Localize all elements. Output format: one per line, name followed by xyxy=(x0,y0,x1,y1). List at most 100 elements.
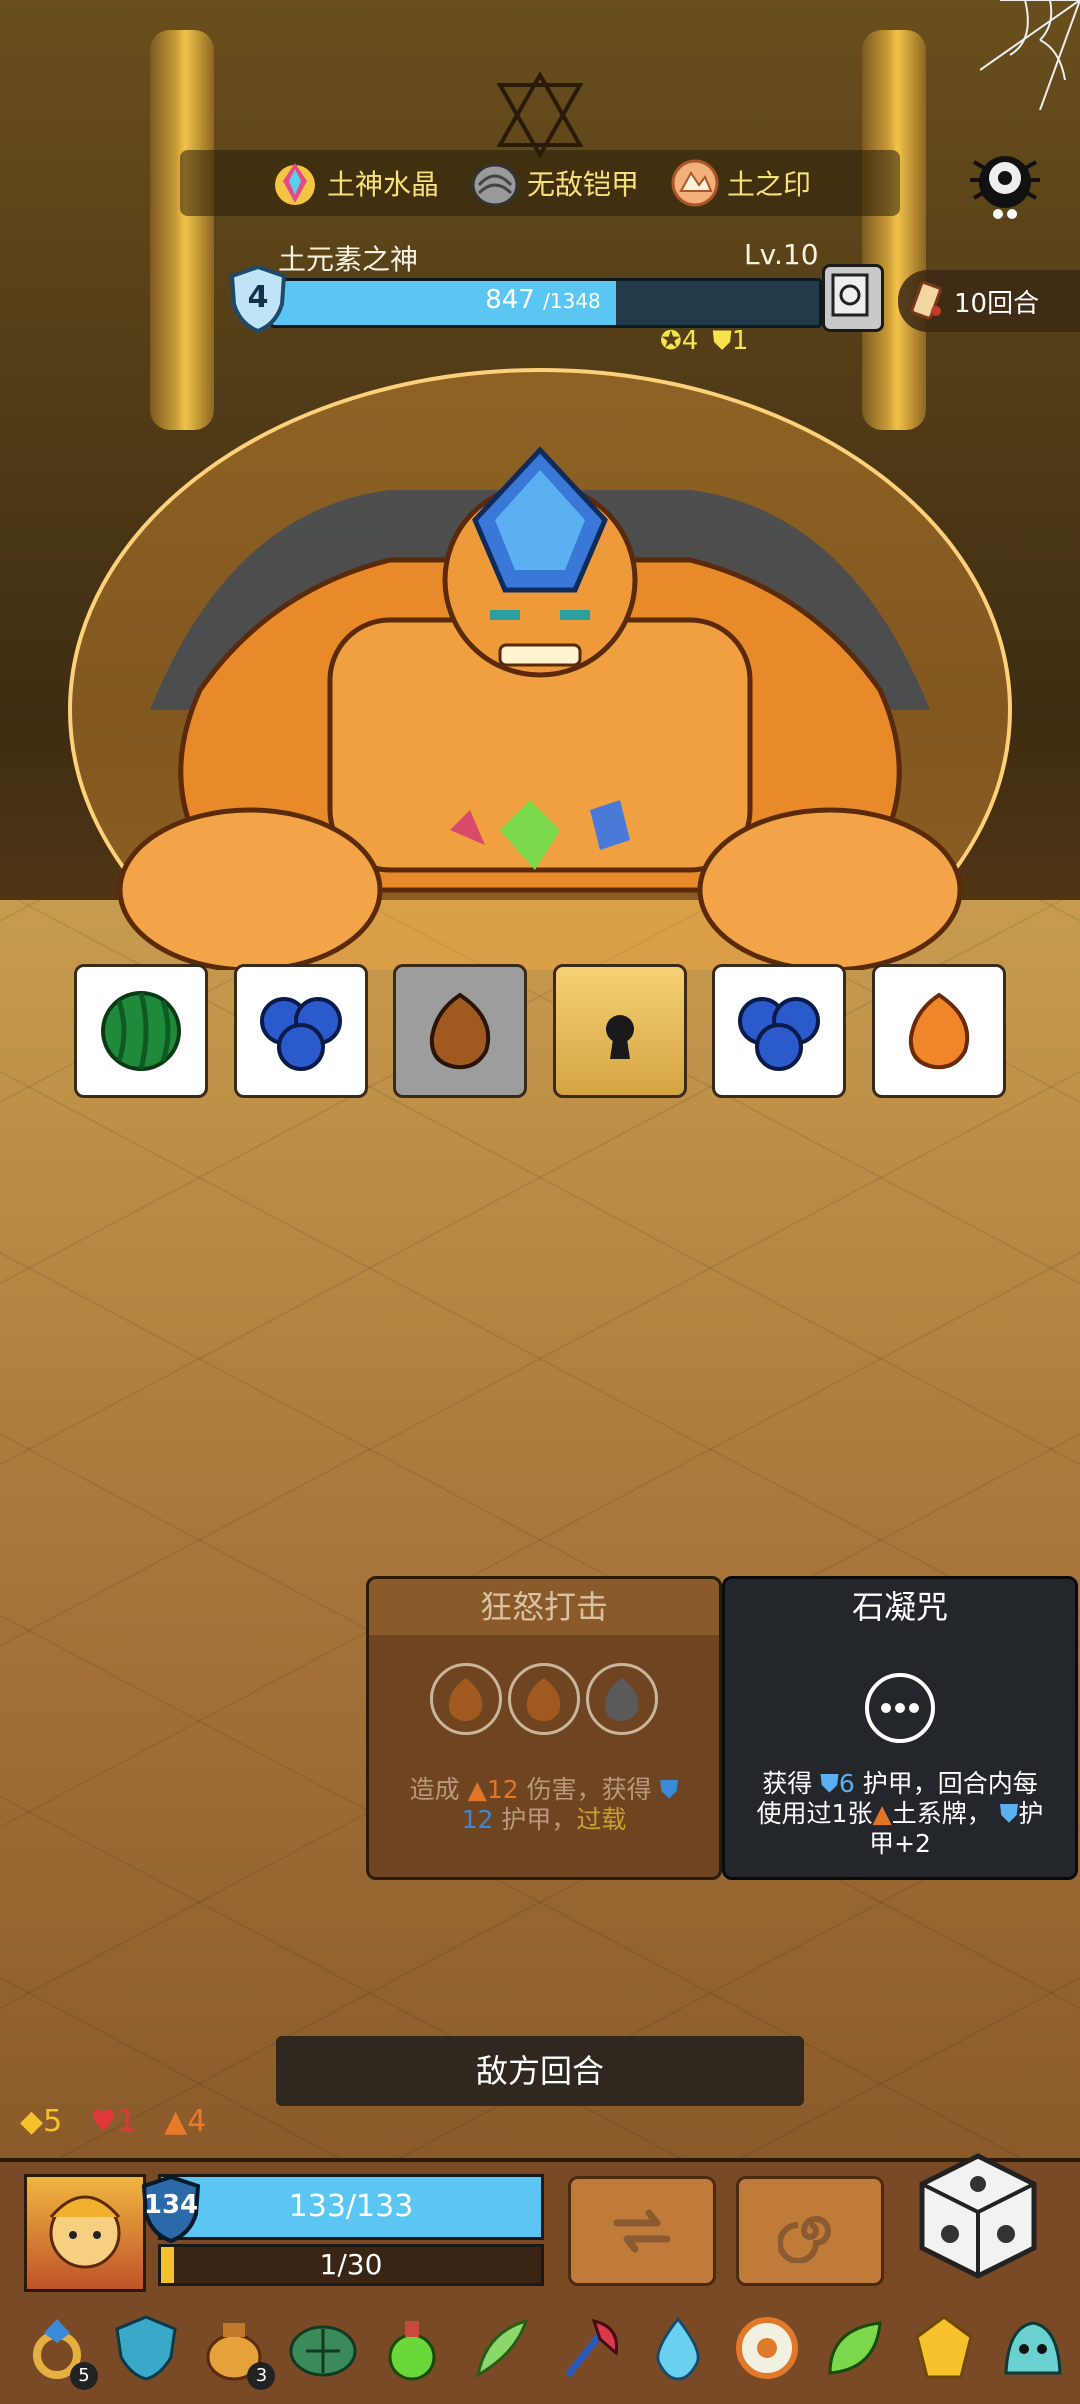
watermelon-icon xyxy=(101,991,181,1071)
relic-water-drop[interactable] xyxy=(641,2308,715,2388)
relic-potion[interactable] xyxy=(375,2308,449,2388)
relic-leaf[interactable] xyxy=(818,2308,892,2388)
desc-text: 伤害，获得 xyxy=(526,1775,652,1804)
relic-ice-shield[interactable] xyxy=(109,2308,183,2388)
relic-gold-sack[interactable]: 3 xyxy=(197,2308,276,2390)
skill-title: 石凝咒 xyxy=(851,1588,948,1626)
artifact-bar: 土神水晶 无敌铠甲 土之印 xyxy=(180,150,900,216)
fire-stat: ▲4 xyxy=(164,2104,206,2139)
hero-portrait[interactable] xyxy=(24,2174,146,2292)
desc-text: 护 xyxy=(1018,1799,1044,1828)
boss-name: 土元素之神 xyxy=(278,243,419,276)
spiral-icon xyxy=(778,2216,831,2263)
heart-icon: ♥ xyxy=(90,2104,118,2139)
spiral-skill-button[interactable] xyxy=(736,2176,884,2286)
seed-icon xyxy=(430,992,491,1070)
artifact-earth-seal[interactable]: 土之印 xyxy=(669,157,811,209)
lock-icon xyxy=(605,1015,634,1059)
gold-diamond-icon: ◆ xyxy=(20,2104,44,2139)
leaf-icon xyxy=(828,2321,883,2375)
desc-text: 造成 xyxy=(409,1775,460,1804)
keyword-overload: 过载 xyxy=(576,1805,627,1834)
armor-value: 6 xyxy=(838,1769,855,1798)
player-hp-text: 133/133 xyxy=(288,2189,414,2224)
skill-title: 狂怒打击 xyxy=(369,1579,719,1635)
skill-card-stone-curse[interactable]: 石凝咒 获得 ⛊6 护甲，回合内每 使用过1张▲土系牌， ⛊护 甲+2 xyxy=(722,1576,1078,1880)
relic-feather[interactable] xyxy=(464,2308,538,2388)
donut-icon xyxy=(735,2317,798,2379)
desc-text: 护甲，回合内每 xyxy=(862,1769,1038,1798)
damage-value: 12 xyxy=(486,1775,519,1804)
round-counter: 10回合 xyxy=(898,270,1080,332)
reroll-dice-button[interactable] xyxy=(914,2150,1042,2282)
earth-seal-icon xyxy=(671,159,719,207)
relic-slime[interactable] xyxy=(996,2308,1070,2388)
scroll-icon xyxy=(910,281,942,320)
hero-avatar-icon xyxy=(49,2195,121,2269)
player-stats: ◆5 ♥1 ▲4 xyxy=(20,2104,206,2139)
artifact-earth-crystal[interactable]: 土神水晶 xyxy=(269,157,439,209)
skill-slot xyxy=(586,1663,658,1735)
artifact-invincible-armor[interactable]: 无敌铠甲 xyxy=(469,157,639,209)
swap-button[interactable] xyxy=(568,2176,716,2286)
fire-icon: ▲ xyxy=(164,2104,188,2139)
swap-icon xyxy=(613,2209,671,2253)
seed-icon xyxy=(604,1678,639,1722)
gold-stat: ◆5 xyxy=(20,2104,62,2139)
more-options-icon xyxy=(865,1673,935,1743)
relic-count: 3 xyxy=(247,2362,276,2390)
boss-hp-max: /1348 xyxy=(543,289,601,313)
skill-description: 获得 ⛊6 护甲，回合内每 使用过1张▲土系牌， ⛊护 甲+2 xyxy=(739,1769,1061,1859)
enemy-die[interactable] xyxy=(233,964,368,1098)
earth-card-icon: ▲ xyxy=(872,1799,892,1828)
relic-ring[interactable]: 5 xyxy=(20,2308,98,2390)
boss-info-button[interactable] xyxy=(822,264,884,332)
earth-damage-icon: ▲ xyxy=(467,1775,487,1804)
enemy-dice-row xyxy=(74,964,1006,1100)
info-book-icon xyxy=(831,273,869,317)
skill-slots xyxy=(369,1663,719,1735)
boss-hp-current: 847 xyxy=(485,285,535,315)
desc-text: 甲+2 xyxy=(869,1829,931,1858)
slime-icon xyxy=(1004,2321,1062,2375)
armor-icon: ⛊ xyxy=(659,1775,679,1804)
heart-stat: ♥1 xyxy=(90,2104,136,2139)
seed-icon xyxy=(448,1678,483,1722)
enemy-die[interactable] xyxy=(712,964,847,1098)
enemy-die-used[interactable] xyxy=(393,964,528,1098)
relic-gold-gem[interactable] xyxy=(907,2308,981,2388)
armor-value: 12 xyxy=(461,1805,494,1834)
armor-icon xyxy=(471,163,519,207)
star-emblem-icon xyxy=(496,70,584,160)
armor-icon: ⛊ xyxy=(820,1769,839,1798)
enemy-turn-banner: 敌方回合 xyxy=(276,2036,804,2106)
skill-slot xyxy=(430,1663,502,1735)
desc-text: 获得 xyxy=(762,1769,813,1798)
stat-value: 5 xyxy=(43,2104,63,2139)
stat-value: 4 xyxy=(187,2104,207,2139)
seed-icon xyxy=(526,1678,561,1722)
enemy-die[interactable] xyxy=(74,964,208,1098)
skill-slot xyxy=(508,1663,580,1735)
relic-turtle-shell[interactable] xyxy=(286,2308,360,2388)
boss-hp-text: 847 /1348 xyxy=(270,278,816,322)
relic-bar: 5 3 xyxy=(20,2300,1070,2396)
settings-gear-icon[interactable] xyxy=(960,140,1050,230)
seed-icon xyxy=(908,992,970,1070)
relic-donut[interactable] xyxy=(730,2308,804,2388)
skill-description: 造成 ▲12 伤害，获得 ⛊ 12 护甲，过载 xyxy=(383,1775,705,1835)
enemy-die[interactable] xyxy=(871,964,1006,1098)
crystal-icon xyxy=(274,163,315,205)
relic-axe[interactable] xyxy=(552,2308,626,2388)
earth-god-boss[interactable] xyxy=(30,330,1050,970)
boss-shield-value: 4 xyxy=(247,280,269,315)
desc-text: 护甲， xyxy=(501,1805,577,1834)
potion-icon xyxy=(388,2321,436,2381)
enemy-die-locked[interactable] xyxy=(552,964,687,1098)
relic-count: 5 xyxy=(70,2362,98,2390)
artifact-label: 土之印 xyxy=(727,168,812,201)
water-drop-icon xyxy=(656,2316,700,2381)
armor-icon: ⛊ xyxy=(999,1799,1019,1828)
desc-text: 土系牌， xyxy=(891,1799,992,1828)
skill-card-rage-strike[interactable]: 狂怒打击 造成 ▲12 伤害，获得 ⛊ 12 护甲，过载 xyxy=(366,1576,722,1880)
